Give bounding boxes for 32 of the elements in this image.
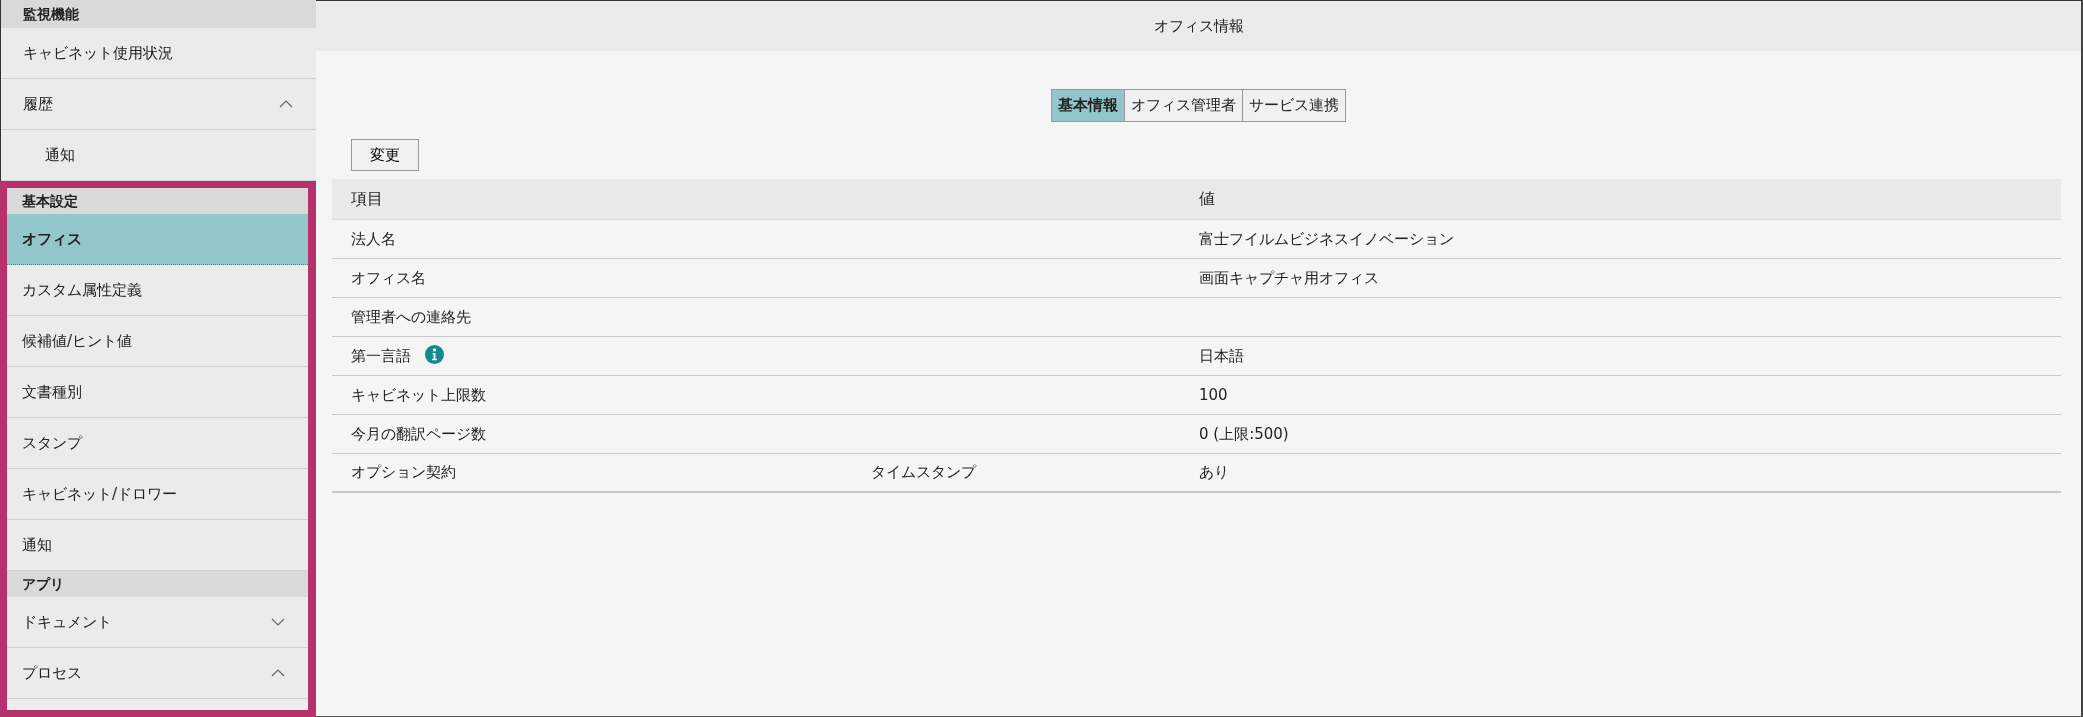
table-cell: オプション契約 xyxy=(351,463,456,482)
table-cell: あり xyxy=(1199,463,1229,482)
sidebar-item[interactable]: 通知 xyxy=(1,130,316,181)
sidebar-section-title: 監視機能 xyxy=(1,0,316,28)
sidebar-section-title: 基本設定 xyxy=(7,188,308,214)
table-cell: 100 xyxy=(1199,385,1228,404)
column-header: 値 xyxy=(1199,188,1216,210)
table-cell: 日本語 xyxy=(1199,346,1244,365)
table-cell: オフィス名 xyxy=(351,268,426,287)
table-cell: タイムスタンプ xyxy=(871,463,976,482)
tab[interactable]: サービス連携 xyxy=(1241,89,1346,122)
page-title: オフィス情報 xyxy=(1153,15,1244,37)
chevron-down-icon xyxy=(270,617,286,627)
table-cell: 0 (上限:500) xyxy=(1199,424,1289,443)
sidebar-section-title: アプリ xyxy=(7,571,308,597)
table-cell: 法人名 xyxy=(351,229,396,248)
table-cell: 今月の翻訳ページ数 xyxy=(351,424,486,443)
chevron-up-icon xyxy=(270,668,286,678)
sidebar-item[interactable]: キャビネット使用状況 xyxy=(1,28,316,79)
tab[interactable]: オフィス管理者 xyxy=(1123,89,1243,122)
table-cell: キャビネット上限数 xyxy=(351,385,486,404)
table-cell: 画面キャプチャ用オフィス xyxy=(1199,268,1379,287)
tab[interactable]: 基本情報 xyxy=(1050,89,1125,122)
edit-button[interactable]: 変更 xyxy=(351,138,419,171)
info-icon[interactable] xyxy=(425,344,444,364)
table-cell: 第一言語 xyxy=(351,346,411,365)
sidebar-item[interactable]: オフィス xyxy=(7,214,308,265)
sidebar-item[interactable]: 履歴 xyxy=(1,79,316,130)
table-cell: 管理者への連絡先 xyxy=(351,307,471,326)
chevron-up-icon xyxy=(278,99,294,109)
column-header: 項目 xyxy=(351,188,384,210)
table-cell: 富士フイルムビジネスイノベーション xyxy=(1199,229,1454,248)
